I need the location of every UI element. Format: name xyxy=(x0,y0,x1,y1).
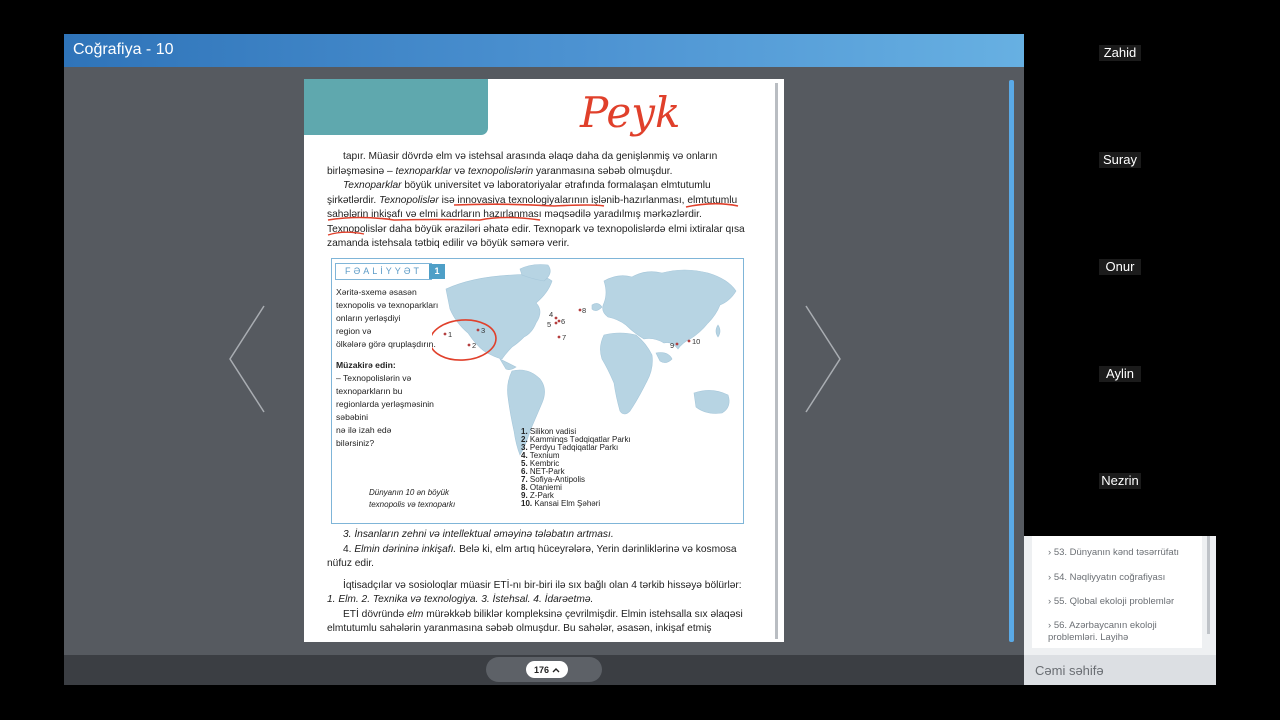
svg-text:4: 4 xyxy=(549,310,553,319)
discuss-line: regionlarda yerləşməsinin xyxy=(336,399,434,409)
toc-list: › 53. Dünyanın kənd təsərrüfatı › 54. Nə… xyxy=(1032,536,1202,648)
discuss-line: bilərsiniz? xyxy=(336,438,375,448)
activity-box: FƏALİYYƏT 1 Xəritə-sxemə əsasən texnopol… xyxy=(331,258,744,524)
legend-item: 10. Kansai Elm Şəhəri xyxy=(521,499,601,508)
title-bar: Coğrafiya - 10 xyxy=(64,34,1024,67)
svg-text:8: 8 xyxy=(582,306,586,315)
paragraph-line: zamanda istehsala tətbiq edilir və böyük… xyxy=(327,238,570,249)
paragraph-line: 1. Elm. 2. Texnika və texnologiya. 3. İs… xyxy=(327,594,594,605)
discuss-line: – Texnopolislərin və xyxy=(336,373,412,383)
task-line: ölkələrə görə qruplaşdırın. xyxy=(336,339,436,349)
toc-item[interactable]: › 55. Qlobal ekoloji problemlər xyxy=(1048,596,1174,608)
svg-text:7: 7 xyxy=(562,333,566,342)
participant-name: Zahid xyxy=(1099,45,1141,61)
book-viewer: Coğrafiya - 10 Peyk tapır. Müasir dövrdə… xyxy=(64,34,1024,685)
all-pages-label: Cəmi səhifə xyxy=(1035,663,1104,678)
chevron-up-icon xyxy=(552,667,560,672)
task-line: region və xyxy=(336,326,372,336)
paragraph-line: ETİ dövründə elm mürəkkəb biliklər kompl… xyxy=(343,609,743,620)
page-number: 176 xyxy=(533,664,550,675)
book-page: Peyk tapır. Müasir dövrdə elm və istehsa… xyxy=(304,79,784,642)
page-scrollbar[interactable] xyxy=(775,83,778,639)
toc-item[interactable]: › 56. Azərbaycanın ekoloji problemləri. L… xyxy=(1048,620,1157,643)
paragraph-line: elmtutumlu sahələrin yaranmasına səbəb o… xyxy=(327,623,712,634)
task-line: Xəritə-sxemə əsasən xyxy=(336,287,417,297)
page-selector[interactable]: 176 xyxy=(486,657,602,682)
discuss-line: texnoparkların bu xyxy=(336,386,403,396)
svg-text:9: 9 xyxy=(670,341,674,350)
svg-text:10: 10 xyxy=(692,337,700,346)
svg-text:1: 1 xyxy=(448,330,452,339)
toc-scrollbar[interactable] xyxy=(1207,536,1210,634)
svg-text:5: 5 xyxy=(547,320,551,329)
participant-name: Nezrin xyxy=(1099,473,1141,489)
paragraph-line: İqtisadçılar və sosioloqlar müasir ETİ-n… xyxy=(343,580,742,591)
discuss-title: Müzakirə edin: xyxy=(336,360,396,370)
book-title: Coğrafiya - 10 xyxy=(73,41,174,58)
participant-name: Aylin xyxy=(1099,366,1141,382)
next-page-arrow-icon[interactable] xyxy=(804,304,844,414)
participant-name: Onur xyxy=(1099,259,1141,275)
discuss-line: səbəbini xyxy=(336,412,369,422)
svg-text:6: 6 xyxy=(561,317,565,326)
task-line: onların yerləşdiyi xyxy=(336,313,401,323)
svg-text:3: 3 xyxy=(481,326,485,335)
task-line: texnopolis və texnoparkları xyxy=(336,300,439,310)
activity-label: FƏALİYYƏT xyxy=(335,263,433,280)
world-map: 1 2 3 4 5 6 7 8 9 10 xyxy=(432,264,737,456)
bottom-toolbar: 176 xyxy=(64,655,1024,685)
paragraph-line: nüfuz edir. xyxy=(327,558,375,569)
previous-page-arrow-icon[interactable] xyxy=(226,304,266,414)
discuss-line: nə ilə izah edə xyxy=(336,425,392,435)
map-caption: Dünyanın 10 ən böyük texnopolis və texno… xyxy=(369,488,456,509)
toc-item[interactable]: › 54. Nəqliyyatın coğrafiyası xyxy=(1048,572,1165,584)
handwritten-underlines xyxy=(327,202,739,236)
all-pages-button[interactable]: Cəmi səhifə xyxy=(1024,655,1216,685)
paragraph-line: 3. İnsanların zehni və intellektual əməy… xyxy=(343,529,614,540)
page-number-chip[interactable]: 176 xyxy=(526,661,568,678)
svg-text:2: 2 xyxy=(472,341,476,350)
toc-item[interactable]: › 53. Dünyanın kənd təsərrüfatı xyxy=(1048,547,1179,559)
viewer-scrollbar[interactable] xyxy=(1009,80,1014,642)
paragraph-line: 4. Elmin dərininə inkişafı. Belə ki, elm… xyxy=(343,544,737,555)
table-of-contents: › 53. Dünyanın kənd təsərrüfatı › 54. Nə… xyxy=(1024,536,1216,655)
participant-name: Suray xyxy=(1099,152,1141,168)
